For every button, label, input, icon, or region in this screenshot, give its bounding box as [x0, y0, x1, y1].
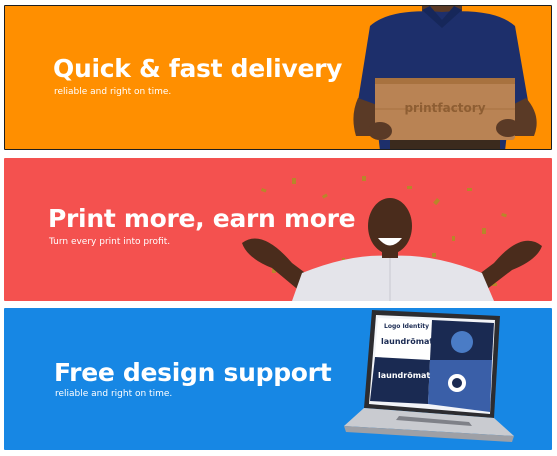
- laptop-illustration: Logo Identity laundrömat laundrömat: [344, 310, 514, 442]
- earn-subtext: Turn every print into profit.: [49, 237, 171, 247]
- box-label: printfactory: [404, 101, 485, 115]
- design-banner[interactable]: Free design support reliable and right o…: [4, 308, 552, 450]
- celebrating-person-illustration: [242, 176, 542, 301]
- screen-brand-2: laundrömat: [378, 371, 430, 380]
- design-subtext: reliable and right on time.: [55, 389, 173, 399]
- screen-title: Logo Identity: [384, 323, 429, 330]
- delivery-subtext: reliable and right on time.: [54, 87, 172, 97]
- design-headline: Free design support: [54, 358, 332, 387]
- delivery-person-illustration: printfactory: [353, 6, 537, 149]
- delivery-headline: Quick & fast delivery: [53, 54, 343, 83]
- earn-banner[interactable]: Print more, earn more Turn every print i…: [4, 158, 552, 301]
- screen-brand-1: laundrömat: [381, 337, 433, 346]
- delivery-banner[interactable]: Quick & fast delivery reliable and right…: [4, 5, 552, 150]
